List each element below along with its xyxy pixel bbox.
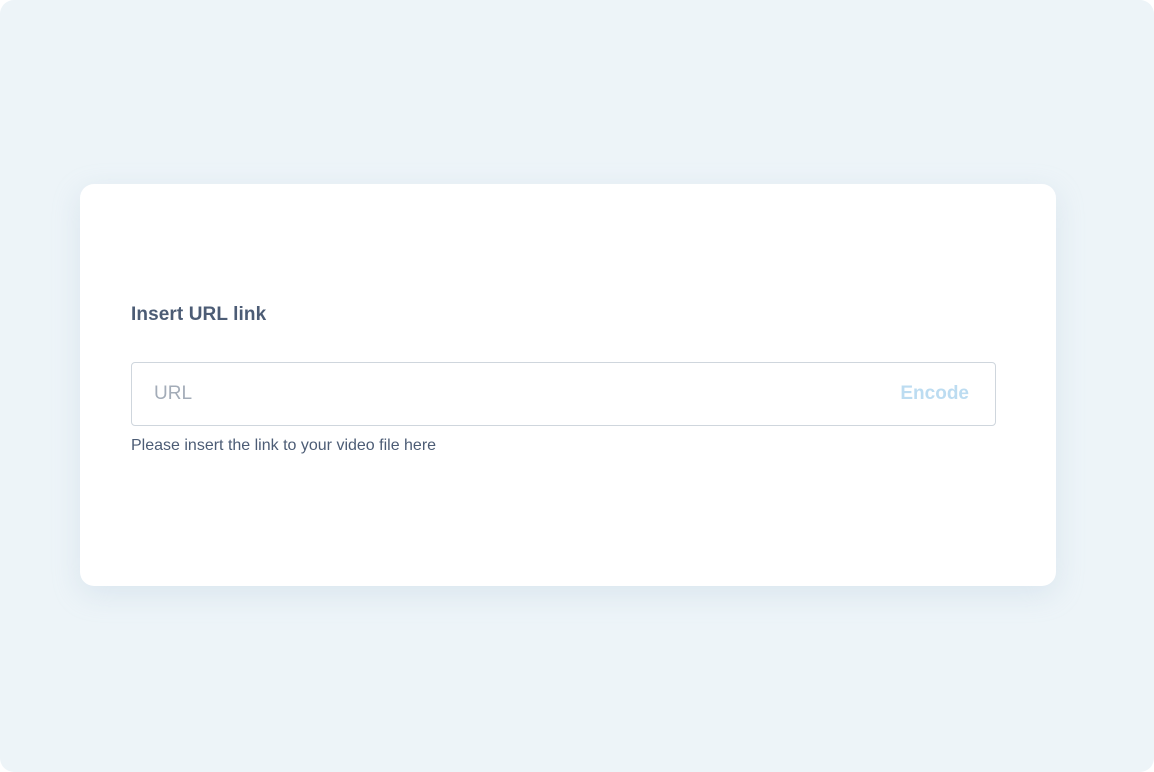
url-input-group: Encode: [131, 362, 996, 426]
page-background: Insert URL link Encode Please insert the…: [0, 0, 1154, 772]
url-input[interactable]: [132, 363, 872, 425]
url-helper-text: Please insert the link to your video fil…: [131, 437, 437, 454]
url-form-card: Insert URL link Encode Please insert the…: [80, 184, 1056, 586]
url-field-label: Insert URL link: [131, 304, 267, 325]
encode-button[interactable]: Encode: [900, 363, 969, 425]
